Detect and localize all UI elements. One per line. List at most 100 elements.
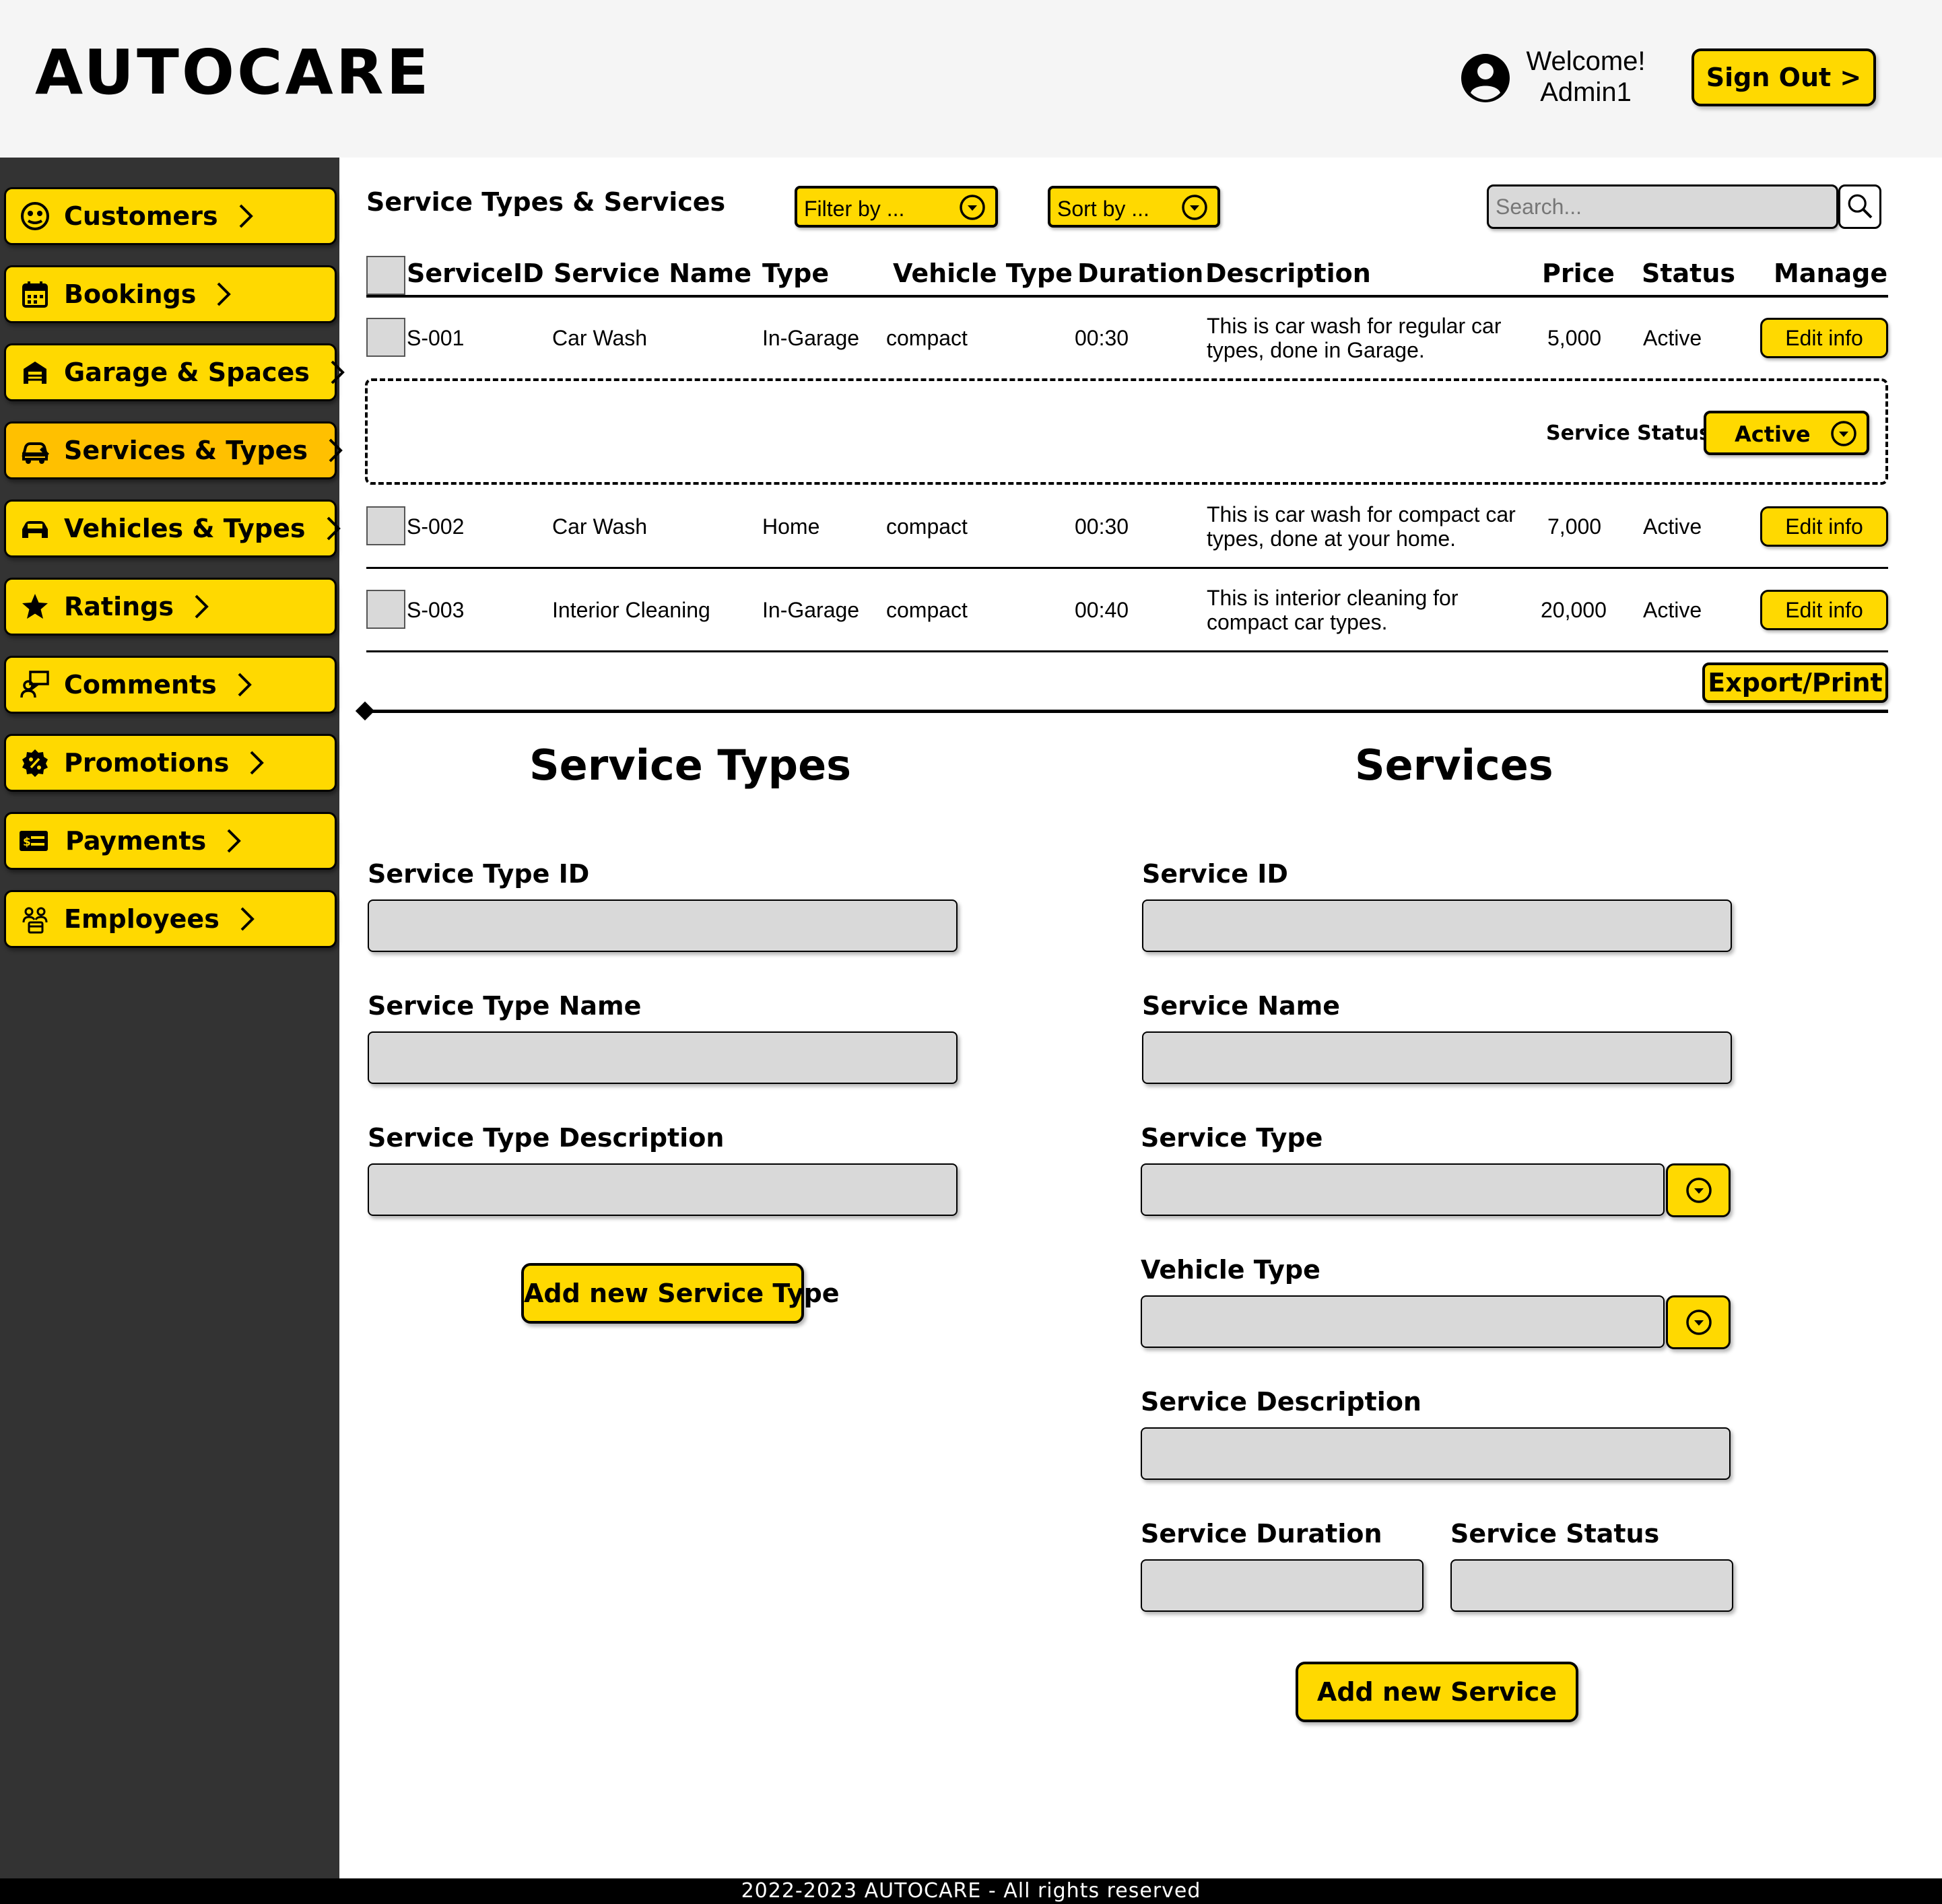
garage-icon xyxy=(24,362,46,384)
vehicle-type-dropdown-button[interactable] xyxy=(1666,1295,1731,1349)
service-id-input[interactable] xyxy=(1142,899,1732,952)
cell-status: Active xyxy=(1643,326,1702,350)
chevron-right-icon xyxy=(227,829,242,853)
vehicle-type-label: Vehicle Type xyxy=(1141,1255,1320,1285)
chevron-right-icon xyxy=(331,360,345,384)
column-header-type: Type xyxy=(762,259,830,288)
section-title: Service Types & Services xyxy=(366,187,726,217)
sort-label: Sort by ... xyxy=(1057,197,1149,221)
row-divider xyxy=(366,567,1888,569)
sidebar-item-employees[interactable]: Employees xyxy=(4,890,337,948)
sidebar-item-bookings[interactable]: Bookings xyxy=(4,265,337,323)
service-types-heading: Service Types xyxy=(529,741,852,790)
service-type-label: Service Type xyxy=(1141,1123,1323,1153)
sidebar-item-label: Payments xyxy=(65,826,207,856)
select-all-checkbox[interactable] xyxy=(366,256,405,295)
service-status-input[interactable] xyxy=(1450,1559,1733,1612)
cell-price: 5,000 xyxy=(1547,326,1602,350)
service-status-value: Active xyxy=(1735,421,1811,447)
service-id-label: Service ID xyxy=(1142,859,1288,889)
sidebar-item-services-types[interactable]: Services & Types xyxy=(4,421,343,479)
user-avatar-icon xyxy=(1461,54,1510,102)
vehicle-type-select[interactable] xyxy=(1141,1295,1665,1348)
sidebar-item-label: Services & Types xyxy=(64,436,308,465)
service-type-select[interactable] xyxy=(1141,1163,1665,1216)
chevron-down-circle-icon xyxy=(1182,195,1207,220)
cell-description: This is interior cleaning for compact ca… xyxy=(1207,586,1459,634)
cell-service-name: Car Wash xyxy=(552,514,648,539)
service-description-input[interactable] xyxy=(1141,1427,1731,1480)
cell-description: This is car wash for regular car types, … xyxy=(1207,314,1502,362)
chevron-down-circle-icon xyxy=(1686,1178,1712,1203)
divider-handle[interactable] xyxy=(355,701,375,721)
search-button[interactable] xyxy=(1838,184,1881,229)
app-logo: AUTOCARE xyxy=(35,36,432,108)
cell-type: In-Garage xyxy=(762,326,860,350)
add-service-button[interactable]: Add new Service xyxy=(1296,1662,1578,1722)
sidebar-item-comments[interactable]: Comments xyxy=(4,656,337,714)
chevron-down-circle-icon xyxy=(1686,1310,1712,1335)
sidebar-item-label: Garage & Spaces xyxy=(64,358,310,387)
sidebar-item-vehicles-types[interactable]: Vehicles & Types xyxy=(4,500,341,557)
promotion-badge-icon xyxy=(22,749,48,777)
service-type-id-input[interactable] xyxy=(368,899,958,952)
chevron-right-icon xyxy=(250,751,265,775)
cell-duration: 00:30 xyxy=(1075,514,1129,539)
employees-icon xyxy=(22,907,48,934)
column-header-vehicle-type: Vehicle Type xyxy=(893,259,1073,288)
service-type-name-input[interactable] xyxy=(368,1031,958,1084)
service-type-dropdown-button[interactable] xyxy=(1666,1163,1731,1217)
column-header-duration: Duration xyxy=(1077,259,1204,288)
row-checkbox[interactable] xyxy=(366,318,405,357)
welcome-username: Admin1 xyxy=(1540,77,1632,107)
chevron-right-icon xyxy=(238,673,252,697)
service-name-input[interactable] xyxy=(1142,1031,1732,1084)
cell-type: In-Garage xyxy=(762,598,860,622)
sidebar: Customers Bookings Garage & Spaces Servi… xyxy=(0,158,345,1878)
service-duration-label: Service Duration xyxy=(1141,1519,1382,1549)
sidebar-item-ratings[interactable]: Ratings xyxy=(4,578,337,636)
header: AUTOCARE Welcome! Admin1 Sign Out > xyxy=(0,0,1942,158)
cell-status: Active xyxy=(1643,514,1702,539)
add-service-type-button[interactable]: Add new Service Type xyxy=(521,1263,840,1324)
cell-service-id: S-001 xyxy=(407,326,465,350)
car-icon xyxy=(22,521,48,538)
row-checkbox[interactable] xyxy=(366,506,405,545)
service-description-label: Service Description xyxy=(1141,1387,1421,1417)
cell-vehicle-type: compact xyxy=(886,326,968,350)
chevron-right-icon xyxy=(327,516,341,541)
footer: 2022-2023 AUTOCARE - All rights reserved xyxy=(0,1878,1942,1904)
chevron-right-icon xyxy=(329,438,343,463)
service-name-label: Service Name xyxy=(1142,991,1341,1021)
customers-icon xyxy=(21,202,49,230)
sidebar-item-garage-spaces[interactable]: Garage & Spaces xyxy=(4,343,345,401)
sort-dropdown[interactable]: Sort by ... xyxy=(1048,186,1220,228)
cell-service-id: S-002 xyxy=(407,514,465,539)
column-header-service-id: ServiceID xyxy=(407,259,544,288)
export-print-button[interactable]: Export/Print xyxy=(1702,662,1888,703)
search-icon xyxy=(1848,194,1873,219)
edit-info-button[interactable]: Edit info xyxy=(1760,590,1888,630)
chevron-down-circle-icon xyxy=(960,195,985,220)
search-input[interactable]: Search... xyxy=(1487,184,1838,229)
service-duration-input[interactable] xyxy=(1141,1559,1424,1612)
edit-info-button[interactable]: Edit info xyxy=(1760,318,1888,358)
comment-user-icon xyxy=(20,671,49,698)
service-type-description-input[interactable] xyxy=(368,1163,958,1216)
sidebar-item-customers[interactable]: Customers xyxy=(4,187,337,245)
sidebar-item-label: Promotions xyxy=(64,748,230,778)
table-header-divider xyxy=(366,295,1888,298)
cell-vehicle-type: compact xyxy=(886,514,968,539)
section-divider xyxy=(366,710,1888,713)
sign-out-button[interactable]: Sign Out > xyxy=(1692,48,1876,106)
cell-service-id: S-003 xyxy=(407,598,465,622)
service-status-dropdown[interactable]: Active xyxy=(1704,411,1869,455)
filter-dropdown[interactable]: Filter by ... xyxy=(795,186,998,228)
sidebar-item-label: Customers xyxy=(64,201,218,231)
edit-info-button[interactable]: Edit info xyxy=(1760,506,1888,547)
sidebar-item-promotions[interactable]: Promotions xyxy=(4,734,337,792)
cell-type: Home xyxy=(762,514,820,539)
sidebar-item-payments[interactable]: $ Payments xyxy=(4,812,337,870)
chevron-down-circle-icon xyxy=(1831,421,1856,446)
row-checkbox[interactable] xyxy=(366,590,405,629)
